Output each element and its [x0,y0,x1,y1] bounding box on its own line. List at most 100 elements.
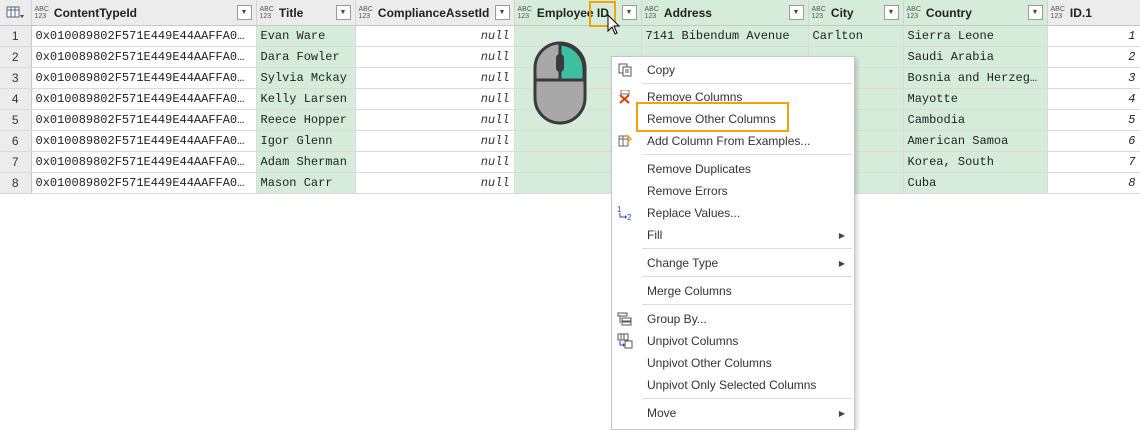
row-number[interactable]: 6 [0,130,32,152]
cell-id1[interactable]: 3 [1047,67,1140,89]
cell-contenttypeid[interactable]: 0x010089802F571E449E44AAFFA0D... [31,46,257,68]
cell-complianceassetid[interactable]: null [355,151,515,173]
cell-contenttypeid[interactable]: 0x010089802F571E449E44AAFFA0D... [31,130,257,152]
cell-complianceassetid[interactable]: null [355,67,515,89]
cell-contenttypeid[interactable]: 0x010089802F571E449E44AAFFA0D... [31,25,257,47]
cell-id1[interactable]: 1 [1047,25,1140,47]
cell-id1[interactable]: 2 [1047,46,1140,68]
menu-item-merge-columns[interactable]: Merge Columns [612,280,854,302]
cell-address[interactable]: 7141 Bibendum Avenue [641,25,809,47]
row-number[interactable]: 8 [0,172,32,194]
cell-country[interactable]: American Samoa [903,130,1048,152]
table-row[interactable]: 8 0x010089802F571E449E44AAFFA0D... Mason C… [0,172,1140,194]
filter-dropdown-icon[interactable]: ▼ [621,5,637,20]
submenu-arrow-icon: ▶ [838,258,845,268]
table-icon [6,6,25,18]
filter-dropdown-icon[interactable]: ▼ [788,5,804,20]
filter-dropdown-icon[interactable]: ▼ [883,5,899,20]
column-name: ComplianceAssetId [377,5,490,20]
cell-country[interactable]: Cambodia [903,109,1048,131]
menu-item-remove-errors[interactable]: Remove Errors [612,180,854,202]
cell-complianceassetid[interactable]: null [355,46,515,68]
column-header-city[interactable]: ABC 123 City ▼ [808,0,904,26]
row-number[interactable]: 4 [0,88,32,110]
cell-contenttypeid[interactable]: 0x010089802F571E449E44AAFFA0D... [31,88,257,110]
type-any-icon: ABC 123 [811,5,826,20]
menu-item-unpivot-other-columns[interactable]: Unpivot Other Columns [612,352,854,374]
row-number[interactable]: 7 [0,151,32,173]
add-column-examples-icon [616,132,634,150]
cell-country[interactable]: Sierra Leone [903,25,1048,47]
cell-title[interactable]: Igor Glenn [256,130,356,152]
column-header-id1[interactable]: ABC123 ID.1 ▼ [1047,0,1140,26]
type-any-icon: ABC 123 [1050,5,1065,20]
filter-dropdown-icon[interactable]: ▼ [236,5,252,20]
cell-complianceassetid[interactable]: null [355,25,515,47]
column-name: ContentTypeId [53,5,138,20]
row-number[interactable]: 5 [0,109,32,131]
cell-contenttypeid[interactable]: 0x010089802F571E449E44AAFFA0D... [31,67,257,89]
type-any-icon: ABC 123 [644,5,659,20]
table-row[interactable]: 6 0x010089802F571E449E44AAFFA0D... Igor Gl… [0,130,1140,152]
svg-text:2: 2 [627,213,632,221]
filter-dropdown-icon[interactable]: ▼ [335,5,351,20]
copy-icon [616,61,634,79]
cell-title[interactable]: Reece Hopper [256,109,356,131]
type-any-icon: ABC 123 [259,5,274,20]
column-header-contenttypeid[interactable]: ABC 123 ContentTypeId ▼ [31,0,257,26]
column-name: Address [663,5,712,20]
cell-id1[interactable]: 6 [1047,130,1140,152]
menu-item-add-column-from-examples[interactable]: Add Column From Examples... [612,130,854,152]
cell-id1[interactable]: 5 [1047,109,1140,131]
row-number[interactable]: 2 [0,46,32,68]
menu-item-move[interactable]: Move ▶ [612,402,854,424]
svg-text:1: 1 [617,205,622,214]
menu-item-unpivot-columns[interactable]: Unpivot Columns [612,330,854,352]
cell-complianceassetid[interactable]: null [355,88,515,110]
cell-complianceassetid[interactable]: null [355,130,515,152]
column-header-title[interactable]: ABC 123 Title ▼ [256,0,356,26]
cell-title[interactable]: Mason Carr [256,172,356,194]
cell-title[interactable]: Evan Ware [256,25,356,47]
replace-values-icon: 12 [616,204,634,222]
cell-title[interactable]: Kelly Larsen [256,88,356,110]
cell-city[interactable]: Carlton [808,25,904,47]
cell-id1[interactable]: 8 [1047,172,1140,194]
cell-contenttypeid[interactable]: 0x010089802F571E449E44AAFFA0D... [31,109,257,131]
menu-item-fill[interactable]: Fill ▶ [612,224,854,246]
menu-item-group-by[interactable]: Group By... [612,308,854,330]
menu-item-copy[interactable]: Copy [612,59,854,81]
column-header-address[interactable]: ABC 123 Address ▼ [641,0,809,26]
cell-title[interactable]: Dara Fowler [256,46,356,68]
submenu-arrow-icon: ▶ [838,230,845,240]
row-number[interactable]: 1 [0,25,32,47]
menu-item-replace-values[interactable]: 12 Replace Values... [612,202,854,224]
filter-dropdown-icon[interactable]: ▼ [1027,5,1043,20]
column-header-country[interactable]: ABC 123 Country ▼ [903,0,1048,26]
type-any-icon: ABC 123 [906,5,921,20]
table-corner-menu[interactable] [0,0,32,26]
cell-complianceassetid[interactable]: null [355,172,515,194]
cell-id1[interactable]: 7 [1047,151,1140,173]
cell-country[interactable]: Korea, South [903,151,1048,173]
cell-title[interactable]: Adam Sherman [256,151,356,173]
cell-country[interactable]: Saudi Arabia [903,46,1048,68]
column-name: ID.1 [1069,5,1092,20]
row-number[interactable]: 3 [0,67,32,89]
column-header-complianceassetid[interactable]: ABC 123 ComplianceAssetId ▼ [355,0,515,26]
cell-title[interactable]: Sylvia Mckay [256,67,356,89]
menu-item-unpivot-only-selected-columns[interactable]: Unpivot Only Selected Columns [612,374,854,396]
cell-country[interactable]: Bosnia and Herzego... [903,67,1048,89]
cell-contenttypeid[interactable]: 0x010089802F571E449E44AAFFA0D... [31,151,257,173]
menu-item-remove-duplicates[interactable]: Remove Duplicates [612,158,854,180]
cell-country[interactable]: Mayotte [903,88,1048,110]
cell-id1[interactable]: 4 [1047,88,1140,110]
cell-country[interactable]: Cuba [903,172,1048,194]
menu-item-change-type[interactable]: Change Type ▶ [612,252,854,274]
cell-complianceassetid[interactable]: null [355,109,515,131]
cell-contenttypeid[interactable]: 0x010089802F571E449E44AAFFA0D... [31,172,257,194]
filter-dropdown-icon[interactable]: ▼ [494,5,510,20]
menu-separator [642,276,852,277]
table-row[interactable]: 7 0x010089802F571E449E44AAFFA0D... Adam Sh… [0,151,1140,173]
column-header-employee-id[interactable]: ABC 123 Employee ID ▼ [514,0,642,26]
